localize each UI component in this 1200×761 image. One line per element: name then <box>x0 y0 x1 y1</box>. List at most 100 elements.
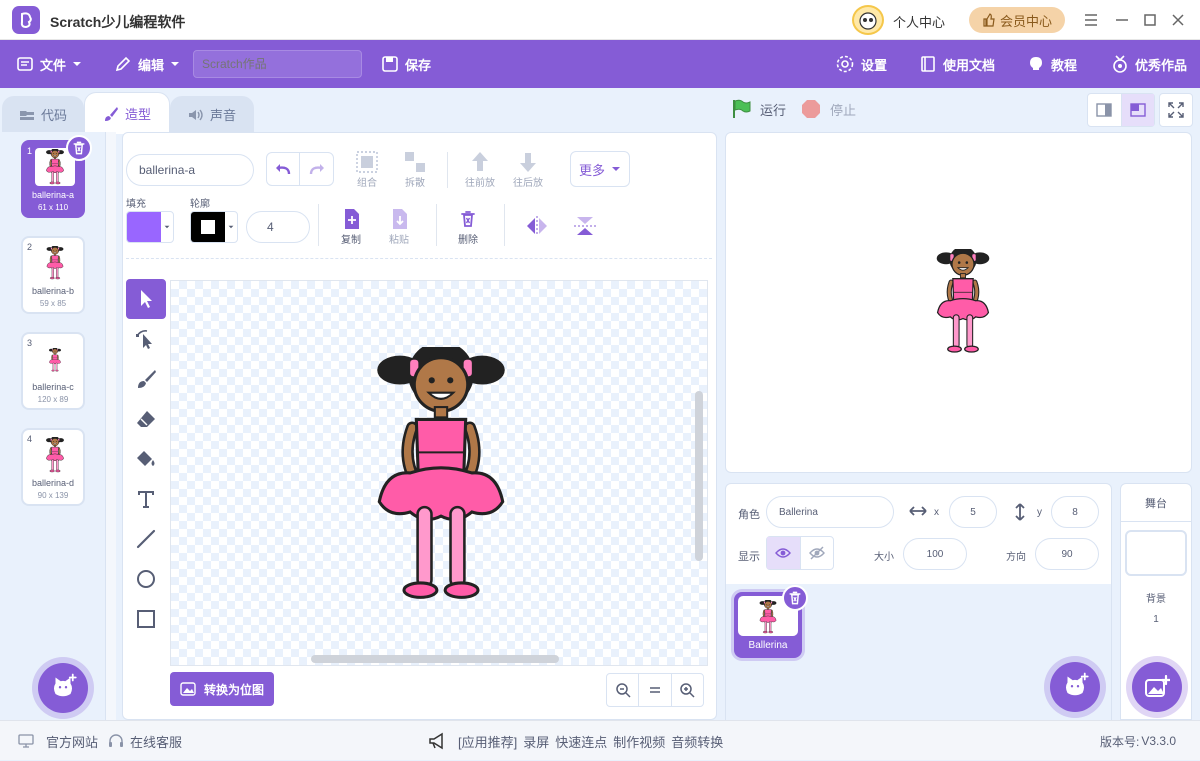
tab-code-label: 代码 <box>40 108 67 123</box>
tab-code[interactable]: 代码 <box>2 96 84 132</box>
tutorial-label: 教程 <box>1051 57 1078 73</box>
save-button[interactable]: 保存 <box>381 40 431 88</box>
costume-item[interactable]: 2 ballerina-b 59 x 85 <box>21 236 85 314</box>
eraser-tool[interactable] <box>126 399 166 439</box>
delete-sprite-button[interactable] <box>782 585 808 611</box>
costume-scrollbar[interactable] <box>106 132 116 720</box>
stop-button[interactable]: 停止 <box>800 98 856 120</box>
stage-panel-title: 舞台 <box>1121 484 1191 522</box>
fullscreen-button[interactable] <box>1159 93 1193 127</box>
text-icon <box>135 488 157 510</box>
version-info: 版本号: V3.3.0 <box>1100 721 1176 761</box>
featured-button[interactable]: 优秀作品 <box>1111 40 1187 88</box>
thumb-up-icon <box>982 13 996 27</box>
add-costume-button[interactable] <box>38 663 88 713</box>
project-title-input[interactable] <box>193 50 362 78</box>
more-button[interactable]: 更多 <box>570 151 630 187</box>
run-button[interactable]: 运行 <box>730 98 786 120</box>
show-button[interactable] <box>767 537 801 569</box>
convert-bitmap-label: 转换为位图 <box>203 682 264 697</box>
menu-icon[interactable] <box>1083 12 1099 28</box>
maximize-icon[interactable] <box>1142 12 1158 28</box>
paste-button[interactable]: 粘贴 <box>372 207 426 246</box>
delete-costume-button[interactable] <box>66 135 92 161</box>
ungroup-icon <box>388 150 442 174</box>
recommend-label: [应用推荐] <box>458 734 518 750</box>
autoclick-link[interactable]: 快速连点 <box>555 732 607 751</box>
x-input[interactable]: 5 <box>949 496 997 528</box>
stage-thumbnail[interactable] <box>1125 530 1187 576</box>
convert-bitmap-button[interactable]: 转换为位图 <box>170 672 274 706</box>
select-tool[interactable] <box>126 279 166 319</box>
costume-item[interactable]: 3 ballerina-c 120 x 89 <box>21 332 85 410</box>
brush-tool[interactable] <box>126 359 166 399</box>
circle-tool[interactable] <box>126 559 166 599</box>
backward-label: 往后放 <box>513 178 543 189</box>
video-link[interactable]: 制作视频 <box>613 732 665 751</box>
size-input[interactable]: 100 <box>903 538 967 570</box>
tab-sounds[interactable]: 声音 <box>170 96 254 132</box>
drawing-canvas[interactable] <box>170 280 708 666</box>
line-tool[interactable] <box>126 519 166 559</box>
costume-item[interactable]: 4 ballerina-d 90 x 139 <box>21 428 85 506</box>
group-button[interactable]: 组合 <box>340 150 394 189</box>
zoom-out-button[interactable] <box>607 674 640 706</box>
stage[interactable] <box>725 132 1192 473</box>
fill-swatch <box>127 212 161 242</box>
outline-color-picker[interactable] <box>190 211 238 243</box>
direction-input[interactable]: 90 <box>1035 538 1099 570</box>
tab-costumes[interactable]: 造型 <box>84 92 170 134</box>
y-input[interactable]: 8 <box>1051 496 1099 528</box>
zoom-in-icon <box>679 682 695 698</box>
audio-link[interactable]: 音频转换 <box>671 732 723 751</box>
settings-button[interactable]: 设置 <box>835 40 887 88</box>
reshape-tool[interactable] <box>126 319 166 359</box>
version-label: 版本号: <box>1100 734 1140 749</box>
copy-button[interactable]: 复制 <box>324 207 378 246</box>
avatar[interactable] <box>852 5 884 35</box>
ballerina-sprite[interactable] <box>369 347 513 605</box>
flip-vertical-button[interactable] <box>572 214 598 238</box>
service-link[interactable]: 在线客服 <box>108 721 182 761</box>
costume-name-input[interactable]: ballerina-a <box>126 154 254 186</box>
backward-button[interactable]: 往后放 <box>501 150 555 189</box>
forward-button[interactable]: 往前放 <box>453 150 507 189</box>
website-link[interactable]: 官方网站 <box>18 721 98 761</box>
add-sprite-button[interactable] <box>1050 662 1100 712</box>
small-stage-button[interactable] <box>1088 94 1122 126</box>
medal-icon <box>1111 55 1129 73</box>
costume-thumbnail <box>35 244 75 282</box>
tutorial-button[interactable]: 教程 <box>1027 40 1077 88</box>
docs-button[interactable]: 使用文档 <box>919 40 995 88</box>
hide-button[interactable] <box>801 537 834 569</box>
fill-color-picker[interactable] <box>126 211 174 243</box>
personal-center-link[interactable]: 个人中心 <box>893 12 945 31</box>
record-link[interactable]: 录屏 <box>523 732 549 751</box>
stage-sprite-ballerina[interactable] <box>932 249 994 355</box>
ungroup-button[interactable]: 拆散 <box>388 150 442 189</box>
fill-tool[interactable] <box>126 439 166 479</box>
text-tool[interactable] <box>126 479 166 519</box>
delete-label: 删除 <box>458 235 478 246</box>
rectangle-tool[interactable] <box>126 599 166 639</box>
vip-center-button[interactable]: 会员中心 <box>969 7 1065 33</box>
zoom-reset-button[interactable] <box>639 674 672 706</box>
file-menu[interactable]: 文件 <box>16 40 82 88</box>
edit-menu[interactable]: 编辑 <box>114 40 180 88</box>
add-backdrop-button[interactable] <box>1132 662 1182 712</box>
vertical-scrollbar[interactable] <box>695 391 703 561</box>
outline-width-input[interactable]: 4 <box>246 211 310 243</box>
flip-horizontal-button[interactable] <box>524 214 550 238</box>
close-icon[interactable] <box>1170 12 1186 28</box>
undo-button[interactable] <box>267 153 301 185</box>
delete-button[interactable]: 删除 <box>441 207 495 246</box>
editor-tabs: 代码 造型 声音 <box>0 88 720 134</box>
horizontal-scrollbar[interactable] <box>311 655 559 663</box>
minimize-icon[interactable] <box>1114 12 1130 28</box>
normal-stage-button[interactable] <box>1121 94 1154 126</box>
sprite-name-input[interactable]: Ballerina <box>766 496 894 528</box>
redo-button[interactable] <box>300 153 333 185</box>
group-icon <box>340 150 394 174</box>
zoom-in-button[interactable] <box>672 674 703 706</box>
outline-swatch <box>191 212 225 242</box>
